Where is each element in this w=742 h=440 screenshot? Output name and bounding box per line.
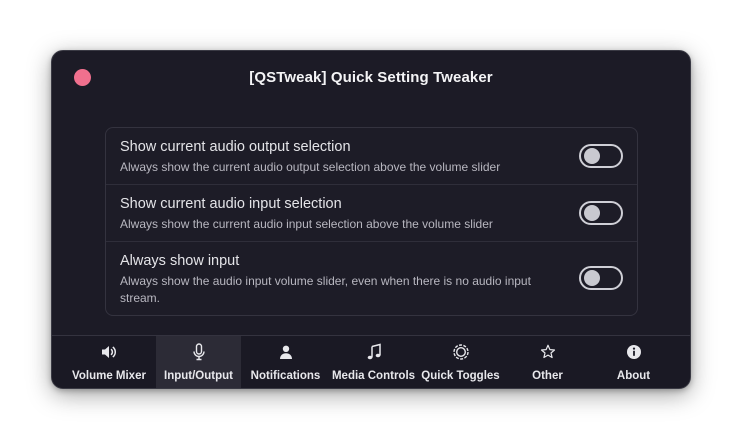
speaker-icon bbox=[100, 343, 118, 361]
tab-quick-toggles[interactable]: Quick Toggles bbox=[417, 336, 504, 388]
person-icon bbox=[277, 343, 295, 361]
setting-row-audio-output: Show current audio output selection Alwa… bbox=[106, 128, 637, 185]
always-show-input-toggle[interactable] bbox=[579, 266, 623, 290]
tab-label: Input/Output bbox=[164, 370, 233, 382]
setting-description: Always show the audio input volume slide… bbox=[120, 274, 531, 305]
tab-label: Quick Toggles bbox=[421, 370, 500, 382]
toggle-knob bbox=[584, 205, 600, 221]
tab-other[interactable]: Other bbox=[504, 336, 591, 388]
audio-input-toggle[interactable] bbox=[579, 201, 623, 225]
tab-notifications[interactable]: Notifications bbox=[241, 336, 330, 388]
title-bar: [QSTweak] Quick Setting Tweaker bbox=[52, 51, 690, 107]
audio-output-toggle[interactable] bbox=[579, 144, 623, 168]
setting-row-always-show-input: Always show input Always show the audio … bbox=[106, 242, 637, 315]
settings-card: Show current audio output selection Alwa… bbox=[105, 127, 638, 316]
tab-label: About bbox=[616, 370, 651, 382]
star-icon bbox=[539, 343, 557, 361]
tab-volume-mixer[interactable]: Volume Mixer bbox=[62, 336, 156, 388]
app-window: [QSTweak] Quick Setting Tweaker Show cur… bbox=[51, 50, 691, 389]
toggle-knob bbox=[584, 148, 600, 164]
microphone-icon bbox=[190, 343, 208, 361]
window-title: [QSTweak] Quick Setting Tweaker bbox=[249, 69, 493, 86]
toggles-icon bbox=[452, 343, 470, 361]
tab-label: Volume Mixer bbox=[72, 370, 146, 382]
tab-label: Media Controls bbox=[331, 370, 416, 382]
music-note-icon bbox=[365, 343, 383, 361]
setting-description: Always show the current audio input sele… bbox=[120, 217, 493, 231]
setting-row-audio-input: Show current audio input selection Alway… bbox=[106, 185, 637, 242]
tab-label: Other bbox=[532, 370, 563, 382]
setting-title: Show current audio output selection bbox=[120, 139, 351, 155]
toggle-knob bbox=[584, 270, 600, 286]
tab-input-output[interactable]: Input/Output bbox=[156, 336, 241, 388]
bottom-navigation: Volume Mixer Input/Output Notifications bbox=[52, 335, 690, 388]
setting-title: Always show input bbox=[120, 253, 240, 269]
setting-description: Always show the current audio output sel… bbox=[120, 160, 501, 174]
setting-title: Show current audio input selection bbox=[120, 196, 342, 212]
tab-label: Notifications bbox=[250, 370, 321, 382]
info-icon bbox=[625, 343, 643, 361]
tab-about[interactable]: About bbox=[591, 336, 676, 388]
tab-media-controls[interactable]: Media Controls bbox=[330, 336, 417, 388]
